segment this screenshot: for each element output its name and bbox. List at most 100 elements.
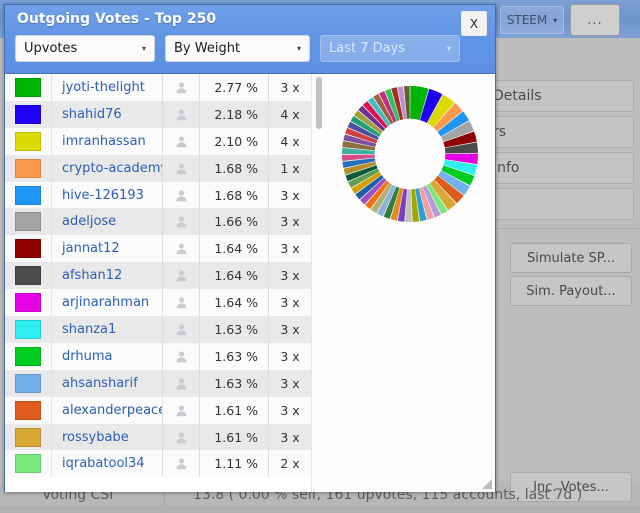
- row-color-cell: [5, 369, 52, 397]
- row-color-cell: [5, 181, 52, 209]
- account-name-link[interactable]: alexanderpeace: [52, 403, 162, 418]
- color-swatch: [15, 104, 41, 124]
- avatar-icon: [162, 423, 199, 451]
- vote-count-cell: 1 x: [268, 154, 311, 182]
- row-color-cell: [5, 450, 52, 478]
- color-swatch: [15, 158, 41, 178]
- color-swatch: [15, 400, 41, 420]
- account-name-link[interactable]: iqrabatool34: [52, 456, 162, 471]
- table-row[interactable]: jyoti-thelight 2.77 % 3 x: [5, 74, 311, 101]
- avatar-icon: [162, 396, 199, 424]
- avatar-icon: [162, 342, 199, 370]
- vote-percent-cell: 1.63 %: [199, 342, 268, 370]
- account-name-link[interactable]: afshan12: [52, 268, 162, 283]
- table-row[interactable]: imranhassan 2.10 % 4 x: [5, 127, 311, 155]
- account-name-link[interactable]: jannat12: [52, 241, 162, 256]
- account-name-link[interactable]: hive-126193: [52, 188, 162, 203]
- chevron-down-icon: ▾: [296, 44, 301, 53]
- account-name-link[interactable]: rossybabe: [52, 430, 162, 445]
- table-row[interactable]: iqrabatool34 1.11 % 2 x: [5, 450, 311, 478]
- window-bottom-strip: [0, 505, 640, 513]
- resize-grip-icon[interactable]: [481, 478, 493, 490]
- table-row[interactable]: arjinarahman 1.64 % 3 x: [5, 289, 311, 317]
- close-icon[interactable]: X: [461, 11, 487, 36]
- table-row[interactable]: drhuma 1.63 % 3 x: [5, 342, 311, 370]
- vote-count-cell: 3 x: [268, 235, 311, 263]
- more-options-button[interactable]: ...: [570, 4, 620, 36]
- account-name-link[interactable]: crypto-academy: [52, 161, 162, 176]
- votes-list[interactable]: jyoti-thelight 2.77 % 3 x shahid76 2.18 % 4 x…: [5, 74, 311, 492]
- account-name-link[interactable]: shanza1: [52, 322, 162, 337]
- vote-percent-cell: 1.61 %: [199, 396, 268, 424]
- sim-payout-button[interactable]: Sim. Payout...: [510, 276, 632, 306]
- color-swatch: [15, 212, 41, 232]
- vote-count-cell: 3 x: [268, 289, 311, 317]
- table-row[interactable]: rossybabe 1.61 % 3 x: [5, 423, 311, 451]
- table-row[interactable]: hive-126193 1.68 % 3 x: [5, 181, 311, 209]
- row-color-cell: [5, 208, 52, 236]
- row-color-cell: [5, 289, 52, 317]
- avatar-icon: [162, 208, 199, 236]
- vote-percent-cell: 1.63 %: [199, 316, 268, 343]
- vote-count-cell: 3 x: [268, 396, 311, 424]
- table-row[interactable]: ahsansharif 1.63 % 3 x: [5, 369, 311, 397]
- steem-currency-select[interactable]: STEEM ▾: [500, 6, 564, 34]
- color-swatch: [15, 239, 41, 259]
- scrollbar-thumb[interactable]: [316, 77, 322, 129]
- table-row[interactable]: adeljose 1.66 % 3 x: [5, 208, 311, 236]
- account-name-link[interactable]: jyoti-thelight: [52, 80, 162, 95]
- vote-percent-cell: 1.66 %: [199, 208, 268, 236]
- donut-chart-area: [326, 74, 495, 492]
- table-row[interactable]: jannat12 1.64 % 3 x: [5, 235, 311, 263]
- dialog-header: Outgoing Votes - Top 250 X Upvotes ▾ By …: [5, 5, 495, 74]
- row-color-cell: [5, 423, 52, 451]
- row-color-cell: [5, 100, 52, 128]
- screen: STEEM ▾ ... Details rs Info Simulate SP.…: [0, 0, 640, 513]
- color-swatch: [15, 293, 41, 313]
- account-name-link[interactable]: shahid76: [52, 107, 162, 122]
- color-swatch: [15, 131, 41, 151]
- vote-percent-cell: 1.64 %: [199, 289, 268, 317]
- color-swatch: [15, 185, 41, 205]
- vote-percent-cell: 1.63 %: [199, 369, 268, 397]
- votes-list-scrollbar[interactable]: [311, 74, 326, 492]
- vote-percent-cell: 1.11 %: [199, 450, 268, 478]
- vote-count-cell: 3 x: [268, 423, 311, 451]
- account-name-link[interactable]: drhuma: [52, 349, 162, 364]
- chevron-down-icon: ▾: [141, 44, 146, 53]
- avatar-icon: [162, 181, 199, 209]
- vote-count-cell: 3 x: [268, 208, 311, 236]
- table-row[interactable]: shahid76 2.18 % 4 x: [5, 100, 311, 128]
- vote-type-value: Upvotes: [24, 41, 78, 56]
- outgoing-votes-dialog: Outgoing Votes - Top 250 X Upvotes ▾ By …: [4, 4, 496, 492]
- vote-count-cell: 3 x: [268, 74, 311, 101]
- row-color-cell: [5, 235, 52, 263]
- avatar-icon: [162, 74, 199, 101]
- account-name-link[interactable]: ahsansharif: [52, 376, 162, 391]
- table-row[interactable]: afshan12 1.64 % 3 x: [5, 262, 311, 290]
- color-swatch: [15, 266, 41, 286]
- vote-percent-cell: 1.64 %: [199, 262, 268, 290]
- donut-chart: [338, 82, 482, 226]
- table-row[interactable]: shanza1 1.63 % 3 x: [5, 316, 311, 343]
- account-name-link[interactable]: arjinarahman: [52, 295, 162, 310]
- dialog-filters: Upvotes ▾ By Weight ▾ Last 7 Days ▾: [15, 35, 460, 62]
- row-color-cell: [5, 342, 52, 370]
- table-row[interactable]: alexanderpeace 1.61 % 3 x: [5, 396, 311, 424]
- color-swatch: [15, 454, 41, 474]
- account-name-link[interactable]: adeljose: [52, 214, 162, 229]
- avatar-icon: [162, 369, 199, 397]
- sort-select[interactable]: By Weight ▾: [165, 35, 310, 62]
- color-swatch: [15, 77, 41, 97]
- table-row[interactable]: crypto-academy 1.68 % 1 x: [5, 154, 311, 182]
- avatar-icon: [162, 235, 199, 263]
- vote-type-select[interactable]: Upvotes ▾: [15, 35, 155, 62]
- vote-count-cell: 3 x: [268, 181, 311, 209]
- dialog-content: jyoti-thelight 2.77 % 3 x shahid76 2.18 % 4 x…: [5, 74, 495, 492]
- steem-label: STEEM: [506, 13, 548, 27]
- row-color-cell: [5, 262, 52, 290]
- account-name-link[interactable]: imranhassan: [52, 134, 162, 149]
- simulate-sp-button[interactable]: Simulate SP...: [510, 243, 632, 273]
- vote-count-cell: 3 x: [268, 369, 311, 397]
- donut-chart-svg: [342, 86, 478, 222]
